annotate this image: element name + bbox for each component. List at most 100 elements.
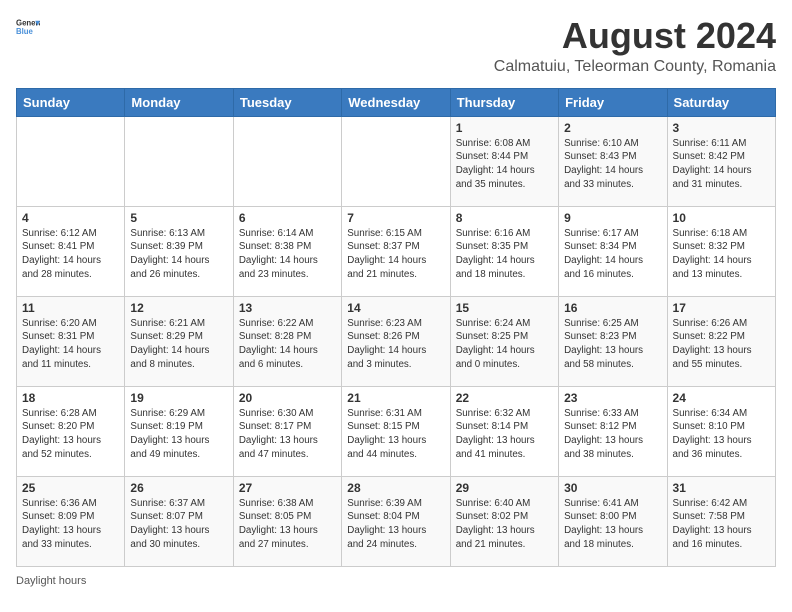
day-info: Sunrise: 6:23 AMSunset: 8:26 PMDaylight:… [347, 317, 444, 372]
day-info: Sunrise: 6:08 AMSunset: 8:44 PMDaylight:… [456, 137, 553, 192]
day-info: Sunrise: 6:30 AMSunset: 8:17 PMDaylight:… [239, 407, 336, 462]
col-header-friday: Friday [559, 88, 667, 116]
day-info: Sunrise: 6:40 AMSunset: 8:02 PMDaylight:… [456, 497, 553, 552]
day-info: Sunrise: 6:16 AMSunset: 8:35 PMDaylight:… [456, 227, 553, 282]
day-number: 16 [564, 301, 661, 315]
calendar-cell: 15 Sunrise: 6:24 AMSunset: 8:25 PMDaylig… [450, 296, 558, 386]
month-year-title: August 2024 [494, 16, 776, 56]
calendar-cell: 7 Sunrise: 6:15 AMSunset: 8:37 PMDayligh… [342, 206, 450, 296]
calendar-cell: 8 Sunrise: 6:16 AMSunset: 8:35 PMDayligh… [450, 206, 558, 296]
day-info: Sunrise: 6:22 AMSunset: 8:28 PMDaylight:… [239, 317, 336, 372]
day-number: 25 [22, 481, 119, 495]
day-number: 21 [347, 391, 444, 405]
day-info: Sunrise: 6:39 AMSunset: 8:04 PMDaylight:… [347, 497, 444, 552]
day-info: Sunrise: 6:31 AMSunset: 8:15 PMDaylight:… [347, 407, 444, 462]
day-number: 15 [456, 301, 553, 315]
calendar-cell: 4 Sunrise: 6:12 AMSunset: 8:41 PMDayligh… [17, 206, 125, 296]
calendar-cell: 20 Sunrise: 6:30 AMSunset: 8:17 PMDaylig… [233, 386, 341, 476]
svg-text:Blue: Blue [16, 27, 34, 36]
day-number: 24 [673, 391, 770, 405]
calendar-cell: 25 Sunrise: 6:36 AMSunset: 8:09 PMDaylig… [17, 476, 125, 566]
calendar-cell: 18 Sunrise: 6:28 AMSunset: 8:20 PMDaylig… [17, 386, 125, 476]
calendar-week-row: 25 Sunrise: 6:36 AMSunset: 8:09 PMDaylig… [17, 476, 776, 566]
day-info: Sunrise: 6:41 AMSunset: 8:00 PMDaylight:… [564, 497, 661, 552]
logo-icon: General Blue [16, 16, 40, 40]
day-number: 5 [130, 211, 227, 225]
calendar-cell: 13 Sunrise: 6:22 AMSunset: 8:28 PMDaylig… [233, 296, 341, 386]
calendar-cell: 3 Sunrise: 6:11 AMSunset: 8:42 PMDayligh… [667, 116, 775, 206]
calendar-cell [17, 116, 125, 206]
calendar-cell: 21 Sunrise: 6:31 AMSunset: 8:15 PMDaylig… [342, 386, 450, 476]
title-area: August 2024 Calmatuiu, Teleorman County,… [494, 16, 776, 76]
day-info: Sunrise: 6:10 AMSunset: 8:43 PMDaylight:… [564, 137, 661, 192]
calendar-cell: 28 Sunrise: 6:39 AMSunset: 8:04 PMDaylig… [342, 476, 450, 566]
day-info: Sunrise: 6:34 AMSunset: 8:10 PMDaylight:… [673, 407, 770, 462]
day-number: 27 [239, 481, 336, 495]
day-number: 8 [456, 211, 553, 225]
calendar-cell: 22 Sunrise: 6:32 AMSunset: 8:14 PMDaylig… [450, 386, 558, 476]
calendar-week-row: 18 Sunrise: 6:28 AMSunset: 8:20 PMDaylig… [17, 386, 776, 476]
day-number: 10 [673, 211, 770, 225]
calendar-cell: 29 Sunrise: 6:40 AMSunset: 8:02 PMDaylig… [450, 476, 558, 566]
col-header-thursday: Thursday [450, 88, 558, 116]
calendar-cell [233, 116, 341, 206]
calendar-cell: 10 Sunrise: 6:18 AMSunset: 8:32 PMDaylig… [667, 206, 775, 296]
day-info: Sunrise: 6:20 AMSunset: 8:31 PMDaylight:… [22, 317, 119, 372]
col-header-wednesday: Wednesday [342, 88, 450, 116]
calendar-cell: 16 Sunrise: 6:25 AMSunset: 8:23 PMDaylig… [559, 296, 667, 386]
day-info: Sunrise: 6:15 AMSunset: 8:37 PMDaylight:… [347, 227, 444, 282]
day-info: Sunrise: 6:28 AMSunset: 8:20 PMDaylight:… [22, 407, 119, 462]
day-info: Sunrise: 6:21 AMSunset: 8:29 PMDaylight:… [130, 317, 227, 372]
day-number: 22 [456, 391, 553, 405]
day-info: Sunrise: 6:26 AMSunset: 8:22 PMDaylight:… [673, 317, 770, 372]
daylight-label: Daylight hours [16, 575, 86, 587]
day-info: Sunrise: 6:17 AMSunset: 8:34 PMDaylight:… [564, 227, 661, 282]
day-number: 1 [456, 121, 553, 135]
day-info: Sunrise: 6:12 AMSunset: 8:41 PMDaylight:… [22, 227, 119, 282]
calendar-cell: 19 Sunrise: 6:29 AMSunset: 8:19 PMDaylig… [125, 386, 233, 476]
day-number: 9 [564, 211, 661, 225]
calendar-cell: 26 Sunrise: 6:37 AMSunset: 8:07 PMDaylig… [125, 476, 233, 566]
day-info: Sunrise: 6:25 AMSunset: 8:23 PMDaylight:… [564, 317, 661, 372]
col-header-monday: Monday [125, 88, 233, 116]
calendar-cell: 30 Sunrise: 6:41 AMSunset: 8:00 PMDaylig… [559, 476, 667, 566]
calendar-week-row: 1 Sunrise: 6:08 AMSunset: 8:44 PMDayligh… [17, 116, 776, 206]
day-info: Sunrise: 6:32 AMSunset: 8:14 PMDaylight:… [456, 407, 553, 462]
day-info: Sunrise: 6:18 AMSunset: 8:32 PMDaylight:… [673, 227, 770, 282]
col-header-tuesday: Tuesday [233, 88, 341, 116]
day-info: Sunrise: 6:42 AMSunset: 7:58 PMDaylight:… [673, 497, 770, 552]
day-number: 2 [564, 121, 661, 135]
day-info: Sunrise: 6:29 AMSunset: 8:19 PMDaylight:… [130, 407, 227, 462]
day-number: 17 [673, 301, 770, 315]
location-subtitle: Calmatuiu, Teleorman County, Romania [494, 58, 776, 76]
calendar-cell: 1 Sunrise: 6:08 AMSunset: 8:44 PMDayligh… [450, 116, 558, 206]
day-info: Sunrise: 6:13 AMSunset: 8:39 PMDaylight:… [130, 227, 227, 282]
header: General Blue August 2024 Calmatuiu, Tele… [16, 16, 776, 76]
day-info: Sunrise: 6:37 AMSunset: 8:07 PMDaylight:… [130, 497, 227, 552]
calendar-cell: 14 Sunrise: 6:23 AMSunset: 8:26 PMDaylig… [342, 296, 450, 386]
calendar-header-row: SundayMondayTuesdayWednesdayThursdayFrid… [17, 88, 776, 116]
calendar-week-row: 11 Sunrise: 6:20 AMSunset: 8:31 PMDaylig… [17, 296, 776, 386]
day-number: 12 [130, 301, 227, 315]
calendar-cell: 31 Sunrise: 6:42 AMSunset: 7:58 PMDaylig… [667, 476, 775, 566]
calendar-cell: 17 Sunrise: 6:26 AMSunset: 8:22 PMDaylig… [667, 296, 775, 386]
day-number: 28 [347, 481, 444, 495]
day-number: 30 [564, 481, 661, 495]
calendar-table: SundayMondayTuesdayWednesdayThursdayFrid… [16, 88, 776, 567]
day-number: 26 [130, 481, 227, 495]
day-number: 11 [22, 301, 119, 315]
calendar-cell: 23 Sunrise: 6:33 AMSunset: 8:12 PMDaylig… [559, 386, 667, 476]
day-info: Sunrise: 6:36 AMSunset: 8:09 PMDaylight:… [22, 497, 119, 552]
day-info: Sunrise: 6:38 AMSunset: 8:05 PMDaylight:… [239, 497, 336, 552]
calendar-cell [342, 116, 450, 206]
day-number: 23 [564, 391, 661, 405]
day-info: Sunrise: 6:33 AMSunset: 8:12 PMDaylight:… [564, 407, 661, 462]
day-info: Sunrise: 6:14 AMSunset: 8:38 PMDaylight:… [239, 227, 336, 282]
day-number: 31 [673, 481, 770, 495]
calendar-cell: 12 Sunrise: 6:21 AMSunset: 8:29 PMDaylig… [125, 296, 233, 386]
calendar-cell: 24 Sunrise: 6:34 AMSunset: 8:10 PMDaylig… [667, 386, 775, 476]
day-number: 29 [456, 481, 553, 495]
calendar-cell: 27 Sunrise: 6:38 AMSunset: 8:05 PMDaylig… [233, 476, 341, 566]
day-info: Sunrise: 6:24 AMSunset: 8:25 PMDaylight:… [456, 317, 553, 372]
day-number: 19 [130, 391, 227, 405]
